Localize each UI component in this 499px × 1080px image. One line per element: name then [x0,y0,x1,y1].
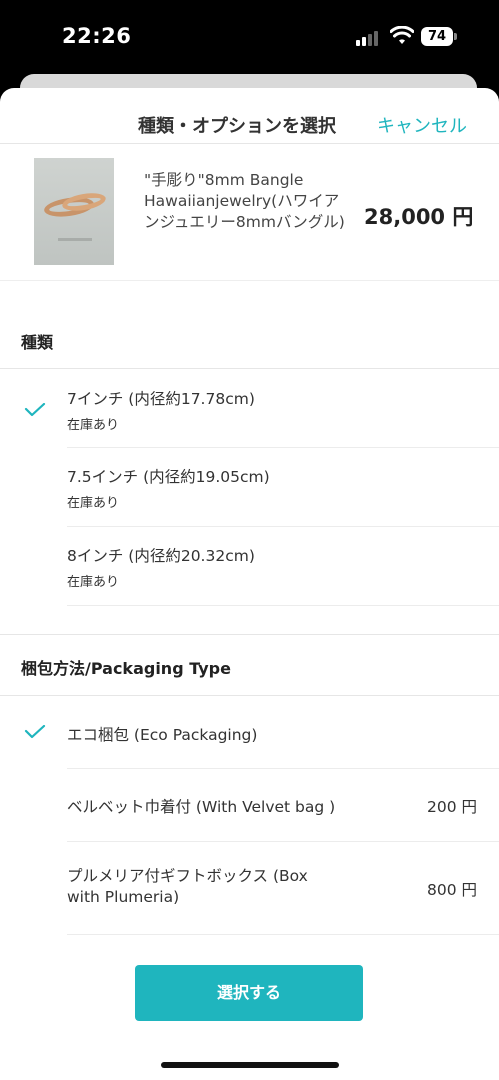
battery-icon: 74 [421,27,453,46]
cellular-signal-icon [356,30,382,46]
type-section-title: 種類 [21,333,54,352]
sheet-header: 種類・オプションを選択 キャンセル [0,88,499,144]
select-button[interactable]: 選択する [135,965,363,1021]
stock-status: 在庫あり [67,418,120,433]
stock-status: 在庫あり [67,575,120,590]
wifi-icon [390,26,414,44]
product-name: "手彫り"8mm Bangle Hawaiianjewelry(ハワイアンジュエ… [144,171,345,231]
option-label: 7.5インチ (内径約19.05cm) [67,468,270,486]
type-option-7-5-inch[interactable]: 7.5インチ (内径約19.05cm) 在庫あり [0,448,499,526]
cancel-button[interactable]: キャンセル [377,112,467,138]
type-option-7-inch[interactable]: 7インチ (内径約17.78cm) 在庫あり [0,369,499,447]
status-time: 22:26 [62,24,132,48]
option-label: プルメリア付ギフトボックス (Box with Plumeria) [67,867,308,906]
option-price: 800 円 [426,881,477,899]
option-label: ベルベット巾着付 (With Velvet bag ) [67,798,336,816]
divider [67,934,499,935]
packaging-option-gift-box[interactable]: プルメリア付ギフトボックス (Box with Plumeria) 800 円 [0,842,499,934]
checkmark-icon [24,403,46,417]
type-option-8-inch[interactable]: 8インチ (内径約20.32cm) 在庫あり [0,527,499,605]
divider [67,605,499,606]
option-price: 200 円 [426,798,477,816]
home-indicator [161,1062,339,1068]
status-bar: 22:26 74 [0,0,499,70]
section-divider [0,634,499,635]
option-label: 7インチ (内径約17.78cm) [67,390,255,408]
option-label: エコ梱包 (Eco Packaging) [67,726,258,744]
checkmark-icon [24,725,46,739]
sheet-title: 種類・オプションを選択 [138,116,336,137]
battery-nub [454,33,457,40]
stock-status: 在庫あり [67,496,120,511]
product-thumbnail [34,158,114,265]
packaging-option-eco[interactable]: エコ梱包 (Eco Packaging) [0,696,499,768]
product-summary: "手彫り"8mm Bangle Hawaiianjewelry(ハワイアンジュエ… [0,145,499,281]
option-sheet: 種類・オプションを選択 キャンセル "手彫り"8mm Bangle Hawaii… [0,88,499,1080]
packaging-option-velvet-bag[interactable]: ベルベット巾着付 (With Velvet bag ) 200 円 [0,769,499,841]
product-price: 28,000 円 [364,205,474,229]
packaging-section-title: 梱包方法/Packaging Type [21,659,231,678]
option-label: 8インチ (内径約20.32cm) [67,547,255,565]
